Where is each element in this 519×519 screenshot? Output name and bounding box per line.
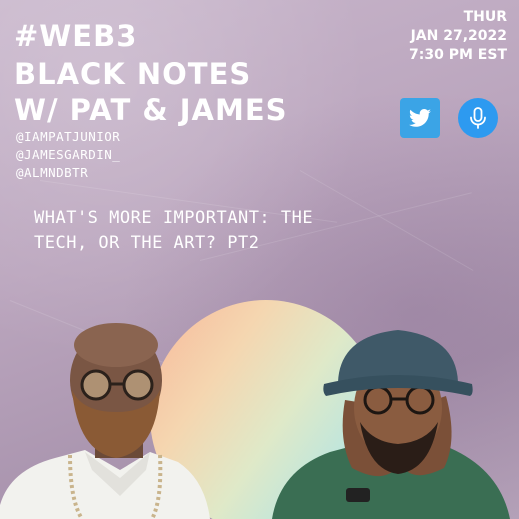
host-photo-right <box>272 330 510 519</box>
event-poster: #WEB3 BLACK NOTES W/ PAT & JAMES THUR JA… <box>0 0 519 519</box>
